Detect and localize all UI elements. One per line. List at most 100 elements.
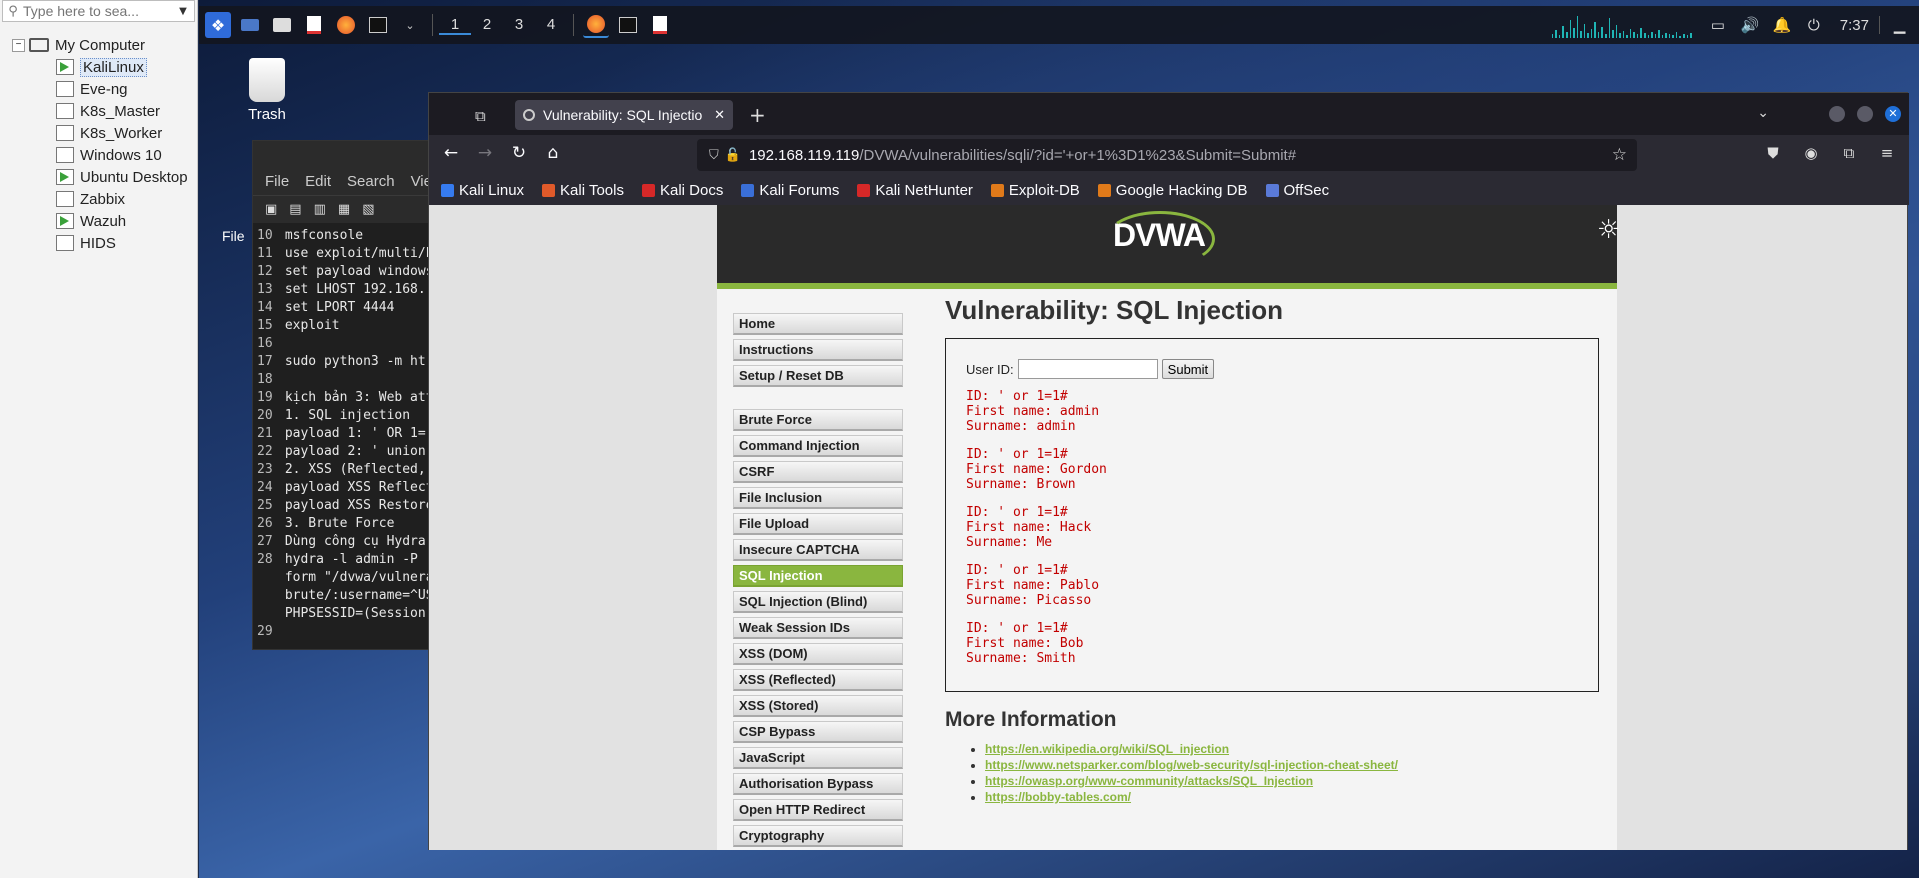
bookmark-item[interactable]: Kali Tools — [542, 182, 624, 199]
trash-desktop-icon[interactable]: Trash — [232, 58, 302, 123]
reload-icon[interactable]: ▧ — [362, 202, 374, 217]
menu-item-instructions[interactable]: Instructions — [733, 339, 903, 361]
reference-link[interactable]: https://owasp.org/www-community/attacks/… — [985, 774, 1313, 788]
menu-item-javascript[interactable]: JavaScript — [733, 747, 903, 769]
pocket-icon[interactable]: ⛊ — [1761, 144, 1785, 162]
notification-bell-icon[interactable]: 🔔 — [1766, 16, 1798, 34]
vm-item[interactable]: Zabbix — [0, 188, 198, 210]
chevron-down-icon[interactable]: ⌄ — [397, 12, 423, 38]
reference-link[interactable]: https://en.wikipedia.org/wiki/SQL_inject… — [985, 742, 1229, 756]
text-editor-icon[interactable] — [301, 12, 327, 38]
workspace-2[interactable]: 2 — [471, 16, 503, 35]
menu-item-xss-stored-[interactable]: XSS (Stored) — [733, 695, 903, 717]
menu-item-brute-force[interactable]: Brute Force — [733, 409, 903, 431]
bookmark-item[interactable]: Exploit-DB — [990, 182, 1080, 199]
volume-icon[interactable]: 🔊 — [1734, 16, 1766, 34]
library-search[interactable]: ⚲ ▼ — [2, 0, 195, 22]
workspace-4[interactable]: 4 — [535, 16, 567, 35]
bookmark-star-icon[interactable]: ☆ — [1612, 145, 1627, 165]
maximize-window-button[interactable] — [1857, 106, 1873, 122]
forward-icon[interactable]: → — [473, 143, 497, 163]
bookmark-item[interactable]: Kali NetHunter — [857, 182, 973, 199]
account-icon[interactable]: ◉ — [1799, 144, 1823, 162]
menu-item-file-upload[interactable]: File Upload — [733, 513, 903, 535]
editor-window-icon[interactable] — [647, 12, 673, 38]
vm-item[interactable]: Ubuntu Desktop — [0, 166, 198, 188]
firefox-icon[interactable] — [333, 12, 359, 38]
tree-root-my-computer[interactable]: − My Computer — [0, 34, 198, 56]
terminal-window-icon[interactable] — [615, 12, 641, 38]
dropdown-arrow-icon[interactable]: ▼ — [172, 6, 194, 17]
workspace-3[interactable]: 3 — [503, 16, 535, 35]
home-icon[interactable]: ⌂ — [541, 143, 565, 163]
menu-item-insecure-captcha[interactable]: Insecure CAPTCHA — [733, 539, 903, 561]
list-all-tabs-icon[interactable]: ⌄ — [1757, 105, 1769, 121]
menu-item-command-injection[interactable]: Command Injection — [733, 435, 903, 457]
power-icon[interactable]: ⏻ — [1798, 16, 1830, 34]
menu-item-cryptography[interactable]: Cryptography — [733, 825, 903, 847]
workspace-1[interactable]: 1 — [439, 16, 471, 35]
library-search-input[interactable] — [23, 3, 172, 19]
menu-item-home[interactable]: Home — [733, 313, 903, 335]
menu-item-authorisation-bypass[interactable]: Authorisation Bypass — [733, 773, 903, 795]
display-icon[interactable]: ▭ — [1702, 16, 1734, 34]
kali-menu-icon[interactable]: ❖ — [205, 12, 231, 38]
collapse-icon[interactable]: − — [12, 38, 25, 52]
vm-item[interactable]: K8s_Worker — [0, 122, 198, 144]
save-icon[interactable]: ▥ — [314, 202, 326, 217]
bookmark-item[interactable]: OffSec — [1265, 182, 1329, 199]
theme-toggle-icon[interactable]: ☼ — [1597, 215, 1620, 245]
show-desktop-icon[interactable] — [237, 12, 263, 38]
menu-item-setup-reset-db[interactable]: Setup / Reset DB — [733, 365, 903, 387]
tab-sql-injection[interactable]: Vulnerability: SQL Injectio ✕ — [515, 100, 733, 130]
vm-item[interactable]: KaliLinux — [0, 56, 198, 78]
vm-item[interactable]: Eve-ng — [0, 78, 198, 100]
menu-item-xss-dom-[interactable]: XSS (DOM) — [733, 643, 903, 665]
bookmark-item[interactable]: Kali Docs — [641, 182, 723, 199]
new-tab-button[interactable]: + — [749, 103, 766, 127]
hamburger-menu-icon[interactable]: ≡ — [1875, 144, 1899, 162]
vm-item[interactable]: K8s_Master — [0, 100, 198, 122]
vm-item[interactable]: HIDS — [0, 232, 198, 254]
vm-item[interactable]: Windows 10 — [0, 144, 198, 166]
editor-menu-item[interactable]: Edit — [305, 173, 331, 190]
bookmark-item[interactable]: Kali Forums — [741, 182, 839, 199]
clock[interactable]: 7:37 — [1840, 17, 1869, 34]
submit-button[interactable]: Submit — [1161, 359, 1215, 379]
extensions-icon[interactable]: ⧉ — [1837, 144, 1861, 162]
network-graph-bar — [1665, 33, 1667, 38]
insecure-lock-icon[interactable]: 🔓 — [725, 147, 741, 163]
tracking-shield-icon[interactable]: ⛉ — [709, 147, 719, 163]
new-file-icon[interactable]: ▣ — [265, 202, 277, 217]
terminal-icon[interactable] — [365, 12, 391, 38]
close-tab-icon[interactable]: ✕ — [714, 107, 725, 123]
menu-item-weak-session-ids[interactable]: Weak Session IDs — [733, 617, 903, 639]
editor-menu-item[interactable]: File — [265, 173, 289, 190]
reference-link[interactable]: https://www.netsparker.com/blog/web-secu… — [985, 758, 1398, 772]
bookmark-item[interactable]: Google Hacking DB — [1097, 182, 1248, 199]
user-id-input[interactable] — [1017, 359, 1158, 379]
reference-link[interactable]: https://bobby-tables.com/ — [985, 790, 1131, 804]
firefox-window-icon[interactable] — [583, 12, 609, 38]
minimize-window-button[interactable] — [1829, 106, 1845, 122]
editor-menu-item[interactable]: Search — [347, 173, 395, 190]
file-desktop-label[interactable]: File — [222, 228, 245, 244]
firefox-view-icon[interactable]: ⧉ — [475, 107, 486, 125]
menu-item-sql-injection[interactable]: SQL Injection — [733, 565, 903, 587]
vm-item[interactable]: Wazuh — [0, 210, 198, 232]
save-as-icon[interactable]: ▦ — [338, 202, 350, 217]
menu-item-csp-bypass[interactable]: CSP Bypass — [733, 721, 903, 743]
file-manager-icon[interactable] — [269, 12, 295, 38]
bookmark-item[interactable]: Kali Linux — [441, 182, 524, 199]
close-window-button[interactable]: ✕ — [1885, 106, 1901, 122]
menu-item-csrf[interactable]: CSRF — [733, 461, 903, 483]
menu-item-file-inclusion[interactable]: File Inclusion — [733, 487, 903, 509]
minimize-all-icon[interactable]: ▁ — [1879, 16, 1919, 34]
url-bar[interactable]: ⛉ 🔓 192.168.119.119 /DVWA/vulnerabilitie… — [697, 139, 1637, 171]
menu-item-open-http-redirect[interactable]: Open HTTP Redirect — [733, 799, 903, 821]
back-icon[interactable]: ← — [439, 143, 463, 163]
menu-item-xss-reflected-[interactable]: XSS (Reflected) — [733, 669, 903, 691]
menu-item-sql-injection-blind-[interactable]: SQL Injection (Blind) — [733, 591, 903, 613]
reload-icon[interactable]: ↻ — [507, 143, 531, 163]
open-file-icon[interactable]: ▤ — [289, 202, 301, 217]
